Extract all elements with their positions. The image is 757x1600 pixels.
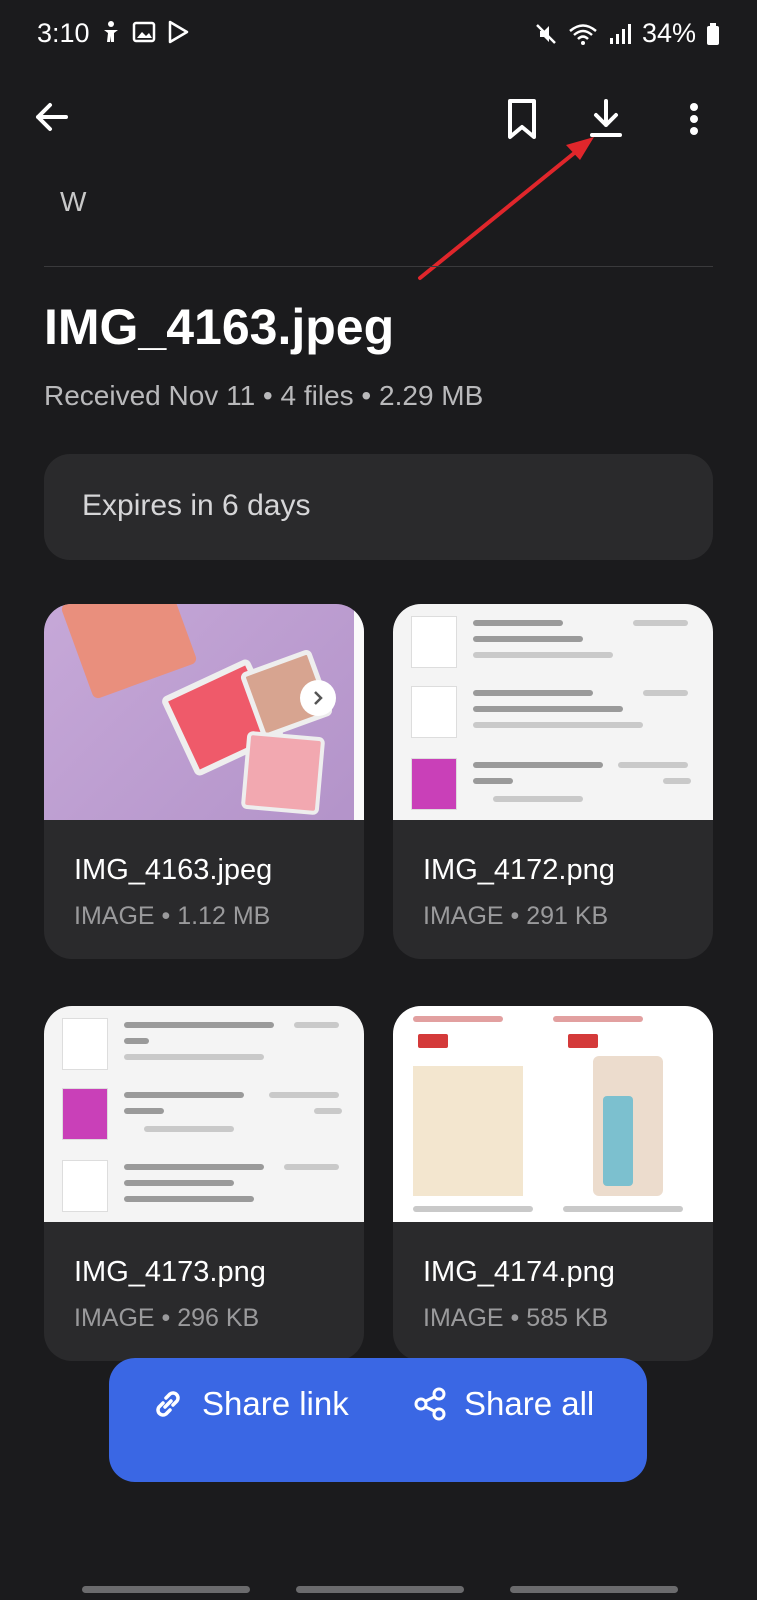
share-all-button[interactable]: Share all	[412, 1385, 594, 1423]
download-icon	[590, 99, 622, 137]
link-icon	[156, 1391, 180, 1417]
gallery-icon	[132, 21, 156, 43]
file-name: IMG_4173.png	[74, 1256, 266, 1288]
status-notification-icons	[100, 20, 190, 44]
file-name: IMG_4163.jpeg	[74, 854, 273, 886]
file-name: IMG_4172.png	[423, 854, 615, 886]
divider	[44, 266, 713, 267]
file-card[interactable]: IMG_4174.png IMAGE • 585 KB	[393, 1006, 713, 1361]
download-button[interactable]	[582, 95, 630, 143]
more-vert-icon	[690, 103, 698, 135]
status-system-icons: 34%	[534, 18, 720, 49]
share-all-label: Share all	[464, 1385, 595, 1422]
battery-percent: 34%	[641, 18, 696, 48]
file-thumbnail	[393, 604, 713, 820]
back-arrow-icon	[36, 103, 68, 131]
expiry-text: Expires in 6 days	[82, 489, 311, 522]
back-button[interactable]	[30, 95, 74, 139]
page-title: IMG_4163.jpeg	[44, 299, 395, 355]
wifi-icon	[569, 23, 597, 45]
share-link-button[interactable]: Share link	[150, 1385, 349, 1423]
more-options-button[interactable]	[686, 95, 702, 143]
file-thumbnail	[44, 1006, 364, 1222]
file-thumbnail	[393, 1006, 713, 1222]
status-time: 3:10	[37, 18, 90, 48]
signal-icon	[609, 23, 631, 44]
gesture-nav-bar	[82, 1586, 678, 1593]
mute-icon	[536, 23, 556, 44]
file-info: IMAGE • 1.12 MB	[74, 902, 271, 930]
chevron-right-icon	[300, 680, 336, 716]
file-info: IMAGE • 291 KB	[423, 902, 609, 930]
file-info: IMAGE • 296 KB	[74, 1304, 260, 1332]
bookmark-button[interactable]	[502, 95, 542, 143]
battery-icon	[707, 22, 719, 45]
file-card[interactable]: IMG_4163.jpeg IMAGE • 1.12 MB	[44, 604, 364, 959]
share-icon	[414, 1387, 446, 1421]
transfer-meta: Received Nov 11 • 4 files • 2.29 MB	[44, 380, 484, 411]
accessibility-icon	[104, 21, 118, 42]
sender-name: W	[60, 186, 87, 217]
bookmark-icon	[508, 99, 536, 139]
share-link-label: Share link	[202, 1385, 349, 1422]
file-card[interactable]: IMG_4172.png IMAGE • 291 KB	[393, 604, 713, 959]
file-info: IMAGE • 585 KB	[423, 1304, 609, 1332]
file-name: IMG_4174.png	[423, 1256, 615, 1288]
file-thumbnail	[44, 604, 364, 820]
file-card[interactable]: IMG_4173.png IMAGE • 296 KB	[44, 1006, 364, 1361]
play-store-icon	[168, 20, 189, 44]
